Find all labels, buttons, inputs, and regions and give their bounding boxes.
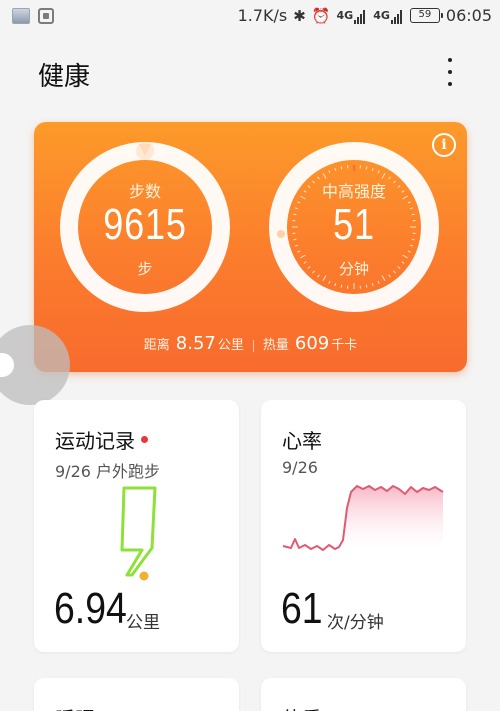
- stats-divider: [252, 339, 254, 352]
- more-vertical-icon: [448, 58, 452, 62]
- distance-label: 距离: [143, 338, 170, 353]
- heart-rate-unit: 次/分钟: [327, 613, 384, 633]
- calories-unit: 千卡: [331, 338, 358, 353]
- route-end-marker: [139, 571, 149, 581]
- more-options-button[interactable]: [438, 54, 462, 90]
- sleep-card-title: 睡眠: [55, 703, 95, 711]
- heart-rate-card[interactable]: 心率 9/26 61 次/分钟: [261, 400, 466, 652]
- intensity-ring[interactable]: 中高强度 51 分钟: [269, 142, 439, 312]
- floating-assist-button[interactable]: [0, 325, 70, 405]
- status-bar: 1.7K/s ✱ ⏰ 4G 4G 59 06:05: [0, 0, 500, 34]
- distance-value: 8.57: [175, 333, 216, 354]
- battery-icon: 59: [409, 8, 443, 23]
- signal-icon-secondary: 4G: [373, 10, 404, 24]
- clock: 06:05: [445, 6, 492, 25]
- signal-icon: 4G: [337, 10, 368, 24]
- exercise-distance-value: 6.94: [54, 584, 127, 633]
- calories-value: 609: [294, 333, 330, 354]
- distance-unit: 公里: [217, 338, 244, 353]
- exercise-record-card[interactable]: 运动记录 9/26 户外跑步 6.94 公里: [34, 400, 239, 652]
- sleep-card[interactable]: 睡眠: [34, 678, 239, 711]
- bluetooth-icon: ✱: [293, 6, 306, 25]
- heart-rate-value: 61: [281, 584, 323, 633]
- weight-card-title: 体重: [282, 703, 322, 711]
- steps-value: 9615: [103, 200, 187, 249]
- image-thumbnail-icon: [12, 8, 30, 24]
- activity-summary-card[interactable]: i 步数 9615 步 中高强度 51 分钟 距离 8.57 公里 热量 609 千卡: [34, 122, 467, 372]
- intensity-unit: 分钟: [338, 260, 369, 278]
- intensity-value: 51: [333, 200, 375, 249]
- weight-card[interactable]: 体重: [261, 678, 466, 711]
- alarm-icon: ⏰: [311, 6, 331, 25]
- intensity-label: 中高强度: [321, 182, 386, 201]
- network-speed: 1.7K/s: [237, 6, 288, 25]
- steps-unit: 步: [137, 260, 153, 278]
- gallery-icon: [38, 8, 54, 24]
- summary-stats: 距离 8.57 公里 热量 609 千卡: [34, 333, 467, 354]
- calories-label: 热量: [262, 338, 289, 353]
- exercise-distance-unit: 公里: [126, 613, 160, 633]
- steps-label: 步数: [128, 182, 161, 201]
- page-title: 健康: [38, 62, 91, 92]
- steps-ring[interactable]: 步数 9615 步: [60, 142, 230, 312]
